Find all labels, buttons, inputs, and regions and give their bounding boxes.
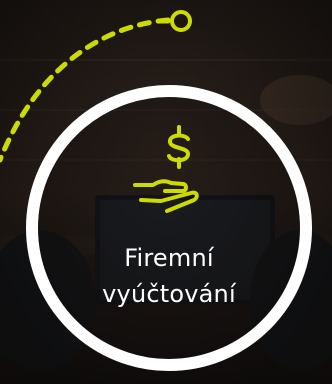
service-card[interactable]: Firemní vyúčtování: [0, 0, 332, 384]
card-title-line1: Firemní: [124, 244, 214, 272]
card-title-line2: vyúčtování: [102, 280, 236, 308]
hand-dollar-icon: [133, 125, 199, 213]
